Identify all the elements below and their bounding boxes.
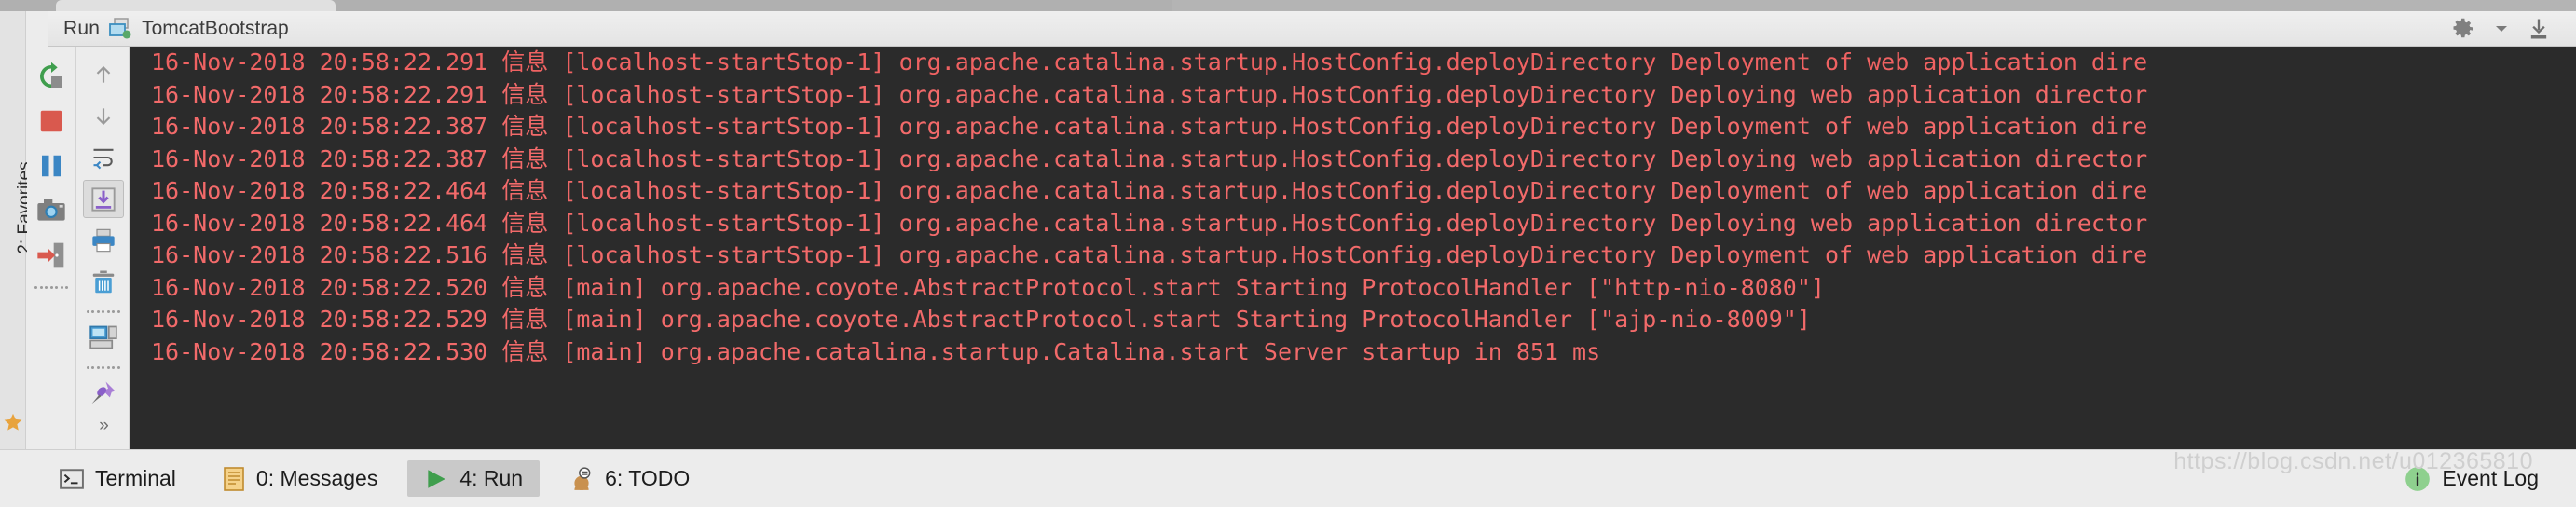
- camera-icon: [36, 196, 66, 226]
- bottom-tool-window-bar: Terminal 0: Messages 4: Run 6: TODO Even…: [0, 449, 2576, 507]
- toolbar-separator-dots: [34, 282, 68, 292]
- run-header-label: Run: [63, 17, 101, 39]
- soft-wrap-button[interactable]: [83, 139, 124, 176]
- stop-square-icon: [37, 107, 65, 135]
- pause-button[interactable]: [31, 145, 72, 186]
- console-actions-toolbar: »: [77, 47, 130, 449]
- soft-wrap-icon: [90, 144, 116, 171]
- log-line: 16-Nov-2018 20:58:22.520 信息 [main] org.a…: [151, 273, 1825, 301]
- event-log-button[interactable]: Event Log: [2405, 466, 2539, 492]
- todo-icon: [569, 466, 594, 491]
- messages-icon: [223, 466, 245, 491]
- preview-button[interactable]: [83, 319, 124, 356]
- log-line: 16-Nov-2018 20:58:22.387 信息 [localhost-s…: [151, 113, 2148, 140]
- tab-todo[interactable]: 6: TODO: [553, 460, 706, 497]
- pause-icon: [37, 152, 65, 180]
- run-actions-toolbar: [27, 47, 76, 449]
- tomcat-run-config-icon: [109, 17, 133, 40]
- run-header-actions: [2449, 15, 2576, 43]
- log-line: 16-Nov-2018 20:58:22.464 信息 [localhost-s…: [151, 209, 2148, 237]
- scroll-to-end-button[interactable]: [82, 180, 124, 218]
- toolbar-expand-button[interactable]: »: [99, 416, 108, 436]
- tab-label: 4: Run: [459, 466, 524, 490]
- left-tool-window-stripe: 2: Favorites: [0, 11, 34, 449]
- console-lines: 16-Nov-2018 20:58:22.291 信息 [localhost-s…: [130, 47, 2576, 368]
- trash-icon: [89, 268, 117, 296]
- run-config-name: TomcatBootstrap: [142, 17, 289, 39]
- rerun-button[interactable]: [31, 56, 72, 97]
- toolbar-separator-dots-3: [86, 363, 120, 371]
- arrow-down-icon: [91, 103, 116, 130]
- run-play-icon: [424, 467, 448, 491]
- printer-icon: [90, 227, 116, 254]
- intellij-run-tool-window: Run TomcatBootstrap 2: Favorites » 16-No…: [0, 0, 2576, 507]
- tab-label: Terminal: [95, 466, 176, 490]
- console-output-panel[interactable]: 16-Nov-2018 20:58:22.291 信息 [localhost-s…: [130, 47, 2576, 449]
- star-icon[interactable]: [3, 412, 23, 432]
- editor-tab-stub[interactable]: [56, 0, 336, 11]
- print-button[interactable]: [83, 222, 124, 259]
- log-line: 16-Nov-2018 20:58:22.529 信息 [main] org.a…: [151, 306, 1811, 333]
- stop-button[interactable]: [31, 101, 72, 142]
- scroll-up-button[interactable]: [83, 56, 124, 93]
- log-line: 16-Nov-2018 20:58:22.291 信息 [localhost-s…: [151, 48, 2148, 75]
- log-line: 16-Nov-2018 20:58:22.291 信息 [localhost-s…: [151, 80, 2148, 108]
- console-preview-icon: [89, 325, 117, 349]
- pin-icon: [89, 379, 117, 407]
- tab-messages[interactable]: 0: Messages: [206, 460, 394, 497]
- tab-label: 0: Messages: [255, 466, 378, 490]
- pin-tab-button[interactable]: [83, 375, 124, 412]
- info-badge-icon: [2405, 466, 2431, 492]
- editor-tab-strip: [0, 0, 2576, 11]
- toolbar-separator-dots-2: [86, 308, 120, 316]
- scroll-down-button[interactable]: [83, 97, 124, 134]
- arrow-up-icon: [91, 61, 116, 89]
- status-bar-right: Event Log: [2405, 466, 2576, 492]
- scroll-to-end-icon: [90, 186, 116, 212]
- tab-terminal[interactable]: Terminal: [43, 460, 193, 497]
- tab-label: 6: TODO: [605, 466, 691, 490]
- run-toolwindow-header: Run TomcatBootstrap: [48, 11, 2576, 47]
- rerun-icon: [36, 62, 66, 91]
- right-pane-strip: [1172, 0, 2576, 11]
- log-line: 16-Nov-2018 20:58:22.516 信息 [localhost-s…: [151, 241, 2148, 268]
- exit-arrow-icon: [36, 240, 66, 270]
- terminal-icon: [60, 467, 84, 491]
- log-line: 16-Nov-2018 20:58:22.530 信息 [main] org.a…: [151, 337, 1601, 365]
- hide-window-icon[interactable]: [2526, 16, 2552, 42]
- exit-button[interactable]: [31, 235, 72, 276]
- clear-all-button[interactable]: [83, 263, 124, 300]
- chevron-down-icon[interactable]: [2494, 23, 2509, 34]
- tab-run[interactable]: 4: Run: [407, 460, 541, 497]
- log-line: 16-Nov-2018 20:58:22.387 信息 [localhost-s…: [151, 144, 2148, 172]
- event-log-label: Event Log: [2442, 466, 2539, 490]
- dump-threads-button[interactable]: [31, 190, 72, 231]
- gear-icon[interactable]: [2449, 15, 2477, 43]
- log-line: 16-Nov-2018 20:58:22.464 信息 [localhost-s…: [151, 177, 2148, 204]
